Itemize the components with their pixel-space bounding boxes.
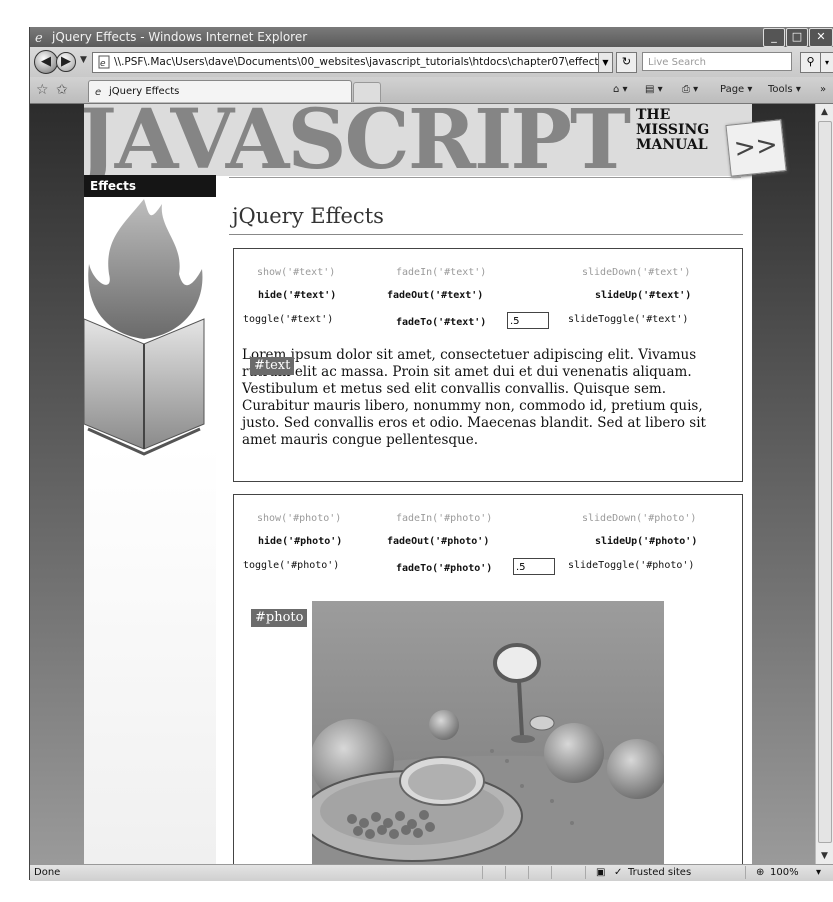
- status-divider: [482, 866, 483, 879]
- sidebar-item-effects[interactable]: Effects: [84, 175, 216, 197]
- new-tab-button[interactable]: [353, 82, 381, 102]
- page-icon: e: [98, 55, 110, 69]
- slidetoggle-text-link[interactable]: slideToggle('#text'): [568, 314, 688, 325]
- feeds-icon[interactable]: ▤ ▾: [645, 81, 663, 99]
- minimize-button[interactable]: _: [763, 28, 785, 47]
- print-icon[interactable]: ⎙ ▾: [682, 81, 698, 99]
- fadeto-text-link[interactable]: fadeTo('#text'): [396, 317, 486, 328]
- slidedown-text-link[interactable]: slideDown('#text'): [582, 267, 690, 278]
- book-title-line: MISSING: [636, 122, 710, 138]
- zoom-dropdown-icon[interactable]: ▾: [816, 865, 821, 881]
- tab-page-icon: e: [95, 87, 101, 97]
- next-arrow-button[interactable]: >>: [725, 119, 787, 177]
- security-icon[interactable]: ▣: [596, 865, 605, 881]
- show-text-link[interactable]: show('#text'): [257, 267, 335, 278]
- toggle-photo-link[interactable]: toggle('#photo'): [243, 560, 339, 571]
- status-divider: [551, 866, 552, 879]
- status-divider: [745, 866, 746, 879]
- search-input[interactable]: Live Search: [642, 52, 792, 71]
- fadeto-text-input[interactable]: .5: [507, 312, 549, 329]
- history-dropdown-icon[interactable]: ▼: [80, 55, 87, 65]
- zoom-icon[interactable]: ⊕: [756, 865, 764, 881]
- ie-logo-icon: e: [35, 31, 43, 44]
- scroll-down-icon[interactable]: ▼: [816, 848, 833, 864]
- tools-menu[interactable]: Tools ▾: [768, 81, 801, 99]
- add-favorites-icon[interactable]: ✩: [56, 82, 68, 98]
- status-divider: [585, 866, 586, 879]
- page-viewport: JAVASCRIPT THE MISSING MANUAL >> Effects…: [30, 104, 816, 864]
- status-divider: [528, 866, 529, 879]
- title-bar: e jQuery Effects - Windows Internet Expl…: [30, 27, 833, 47]
- fadeto-photo-input[interactable]: .5: [513, 558, 555, 575]
- checkmark-icon: ✓: [614, 867, 623, 878]
- zoom-level[interactable]: 100%: [770, 865, 799, 881]
- favorites-star-icon[interactable]: ☆: [36, 82, 49, 98]
- fadein-photo-link[interactable]: fadeIn('#photo'): [396, 513, 492, 524]
- text-id-label: #text: [250, 357, 295, 375]
- book-title-line: THE: [636, 107, 671, 123]
- slideup-text-link[interactable]: slideUp('#text'): [595, 290, 691, 301]
- book-title-line: MANUAL: [636, 137, 708, 153]
- vertical-scrollbar[interactable]: ▲ ▼: [815, 104, 833, 864]
- address-input[interactable]: e \\.PSF\.Mac\Users\dave\Documents\00_we…: [92, 52, 599, 73]
- fruit-still-life-image: [312, 601, 664, 864]
- back-button[interactable]: ◀: [34, 50, 58, 74]
- window-title: jQuery Effects - Windows Internet Explor…: [52, 30, 308, 44]
- status-text: Done: [34, 867, 61, 878]
- close-button[interactable]: ✕: [809, 28, 833, 47]
- forward-button[interactable]: ▶: [56, 52, 76, 72]
- tab-bar: ☆ ✩ e jQuery Effects ⌂ ▾ ▤ ▾ ⎙ ▾ Page ▾ …: [30, 77, 833, 104]
- refresh-icon[interactable]: ↻: [616, 52, 637, 73]
- slideup-photo-link[interactable]: slideUp('#photo'): [595, 536, 697, 547]
- still-life-photo: [312, 601, 664, 864]
- hide-text-link[interactable]: hide('#text'): [258, 290, 336, 301]
- address-dropdown-icon[interactable]: ▼: [598, 52, 613, 73]
- fadeto-photo-link[interactable]: fadeTo('#photo'): [396, 563, 492, 574]
- photo-effects-panel: show('#photo') fadeIn('#photo') slideDow…: [233, 494, 743, 864]
- status-divider: [505, 866, 506, 879]
- site-banner: JAVASCRIPT THE MISSING MANUAL: [84, 104, 752, 176]
- search-options-icon[interactable]: ▾: [820, 52, 833, 73]
- sidebar: [84, 104, 216, 864]
- toggle-text-link[interactable]: toggle('#text'): [243, 314, 333, 325]
- fadeout-photo-link[interactable]: fadeOut('#photo'): [387, 536, 489, 547]
- fadein-text-link[interactable]: fadeIn('#text'): [396, 267, 486, 278]
- hide-photo-link[interactable]: hide('#photo'): [258, 536, 342, 547]
- header-divider: [229, 177, 741, 178]
- slidetoggle-photo-link[interactable]: slideToggle('#photo'): [568, 560, 694, 571]
- search-icon[interactable]: ⚲: [800, 52, 821, 73]
- lorem-paragraph: Lorem ipsum dolor sit amet, consectetuer…: [242, 347, 706, 448]
- svg-text:e: e: [95, 87, 101, 97]
- tab-title: jQuery Effects: [109, 86, 180, 97]
- right-page-margin: [752, 104, 816, 864]
- page-title: jQuery Effects: [232, 204, 384, 228]
- security-zone[interactable]: Trusted sites: [628, 865, 691, 881]
- page-menu[interactable]: Page ▾: [720, 81, 752, 99]
- show-photo-link[interactable]: show('#photo'): [257, 513, 341, 524]
- home-icon[interactable]: ⌂ ▾: [613, 81, 628, 99]
- left-page-margin: [30, 104, 84, 864]
- address-toolbar: ◀ ▶ ▼ e \\.PSF\.Mac\Users\dave\Documents…: [30, 47, 833, 77]
- photo-id-label: #photo: [251, 609, 308, 627]
- address-url: \\.PSF\.Mac\Users\dave\Documents\00_webs…: [114, 56, 599, 68]
- svg-text:e: e: [35, 31, 43, 44]
- scroll-thumb[interactable]: [818, 121, 832, 843]
- status-bar: Done ▣ ✓ Trusted sites ⊕ 100% ▾: [30, 864, 833, 881]
- scroll-up-icon[interactable]: ▲: [816, 104, 833, 120]
- slidedown-photo-link[interactable]: slideDown('#photo'): [582, 513, 696, 524]
- title-underline: [229, 234, 743, 235]
- browser-window: e jQuery Effects - Windows Internet Expl…: [30, 27, 833, 881]
- fadeout-text-link[interactable]: fadeOut('#text'): [387, 290, 483, 301]
- banner-title: JAVASCRIPT: [84, 104, 631, 176]
- tab-jquery-effects[interactable]: e jQuery Effects: [88, 80, 352, 102]
- svg-text:e: e: [100, 59, 106, 69]
- chevron-more-icon[interactable]: »: [820, 81, 826, 99]
- text-effects-panel: show('#text') fadeIn('#text') slideDown(…: [233, 248, 743, 482]
- maximize-button[interactable]: □: [786, 28, 808, 47]
- book-title: THE MISSING MANUAL: [636, 108, 709, 153]
